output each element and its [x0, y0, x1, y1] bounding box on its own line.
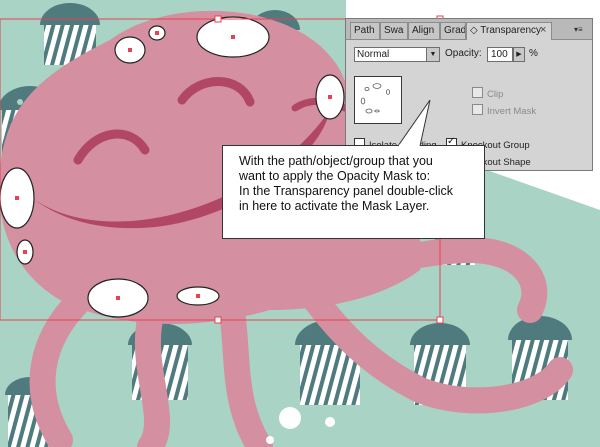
clip-label: Clip — [487, 89, 504, 100]
callout-line-4: in here to activate the Mask Layer. — [239, 199, 430, 213]
opacity-label: Opacity: — [445, 48, 482, 59]
invert-mask-option[interactable]: Invert Mask — [472, 104, 536, 117]
invert-mask-label: Invert Mask — [487, 106, 537, 117]
tab-align[interactable]: Align — [408, 22, 440, 39]
instruction-callout: With the path/object/group that you want… — [222, 145, 485, 239]
tab-swatches[interactable]: Swa — [380, 22, 408, 39]
blend-mode-value: Normal — [357, 49, 390, 60]
blend-mode-dropdown[interactable]: Normal ▼ — [354, 47, 440, 62]
callout-line-1: With the path/object/group that you — [239, 154, 433, 168]
opacity-stepper-arrow-icon[interactable]: ▶ — [513, 47, 525, 62]
opacity-mask-slot[interactable] — [412, 76, 464, 124]
tab-gradient[interactable]: Grad — [440, 22, 466, 39]
thumbnail-preview — [360, 83, 390, 114]
clip-option[interactable]: Clip — [472, 87, 503, 100]
close-icon[interactable]: × — [540, 24, 546, 36]
panel-menu-icon[interactable]: ▾≡ — [574, 25, 588, 34]
opacity-input[interactable]: 100 — [487, 47, 513, 62]
artwork-thumbnail[interactable] — [354, 76, 402, 124]
panel-tab-bar: Path Swa Align Grad ◇ Transparency × ▾≡ — [346, 19, 592, 40]
clip-checkbox[interactable] — [472, 87, 483, 98]
opacity-unit: % — [529, 48, 538, 59]
callout-line-3: In the Transparency panel double-click — [239, 184, 454, 198]
callout-line-2: want to apply the Opacity Mask to: — [239, 169, 431, 183]
blend-dropdown-arrow-icon[interactable]: ▼ — [426, 48, 439, 61]
tab-pathfinder[interactable]: Path — [350, 22, 380, 39]
invert-mask-checkbox[interactable] — [472, 104, 483, 115]
